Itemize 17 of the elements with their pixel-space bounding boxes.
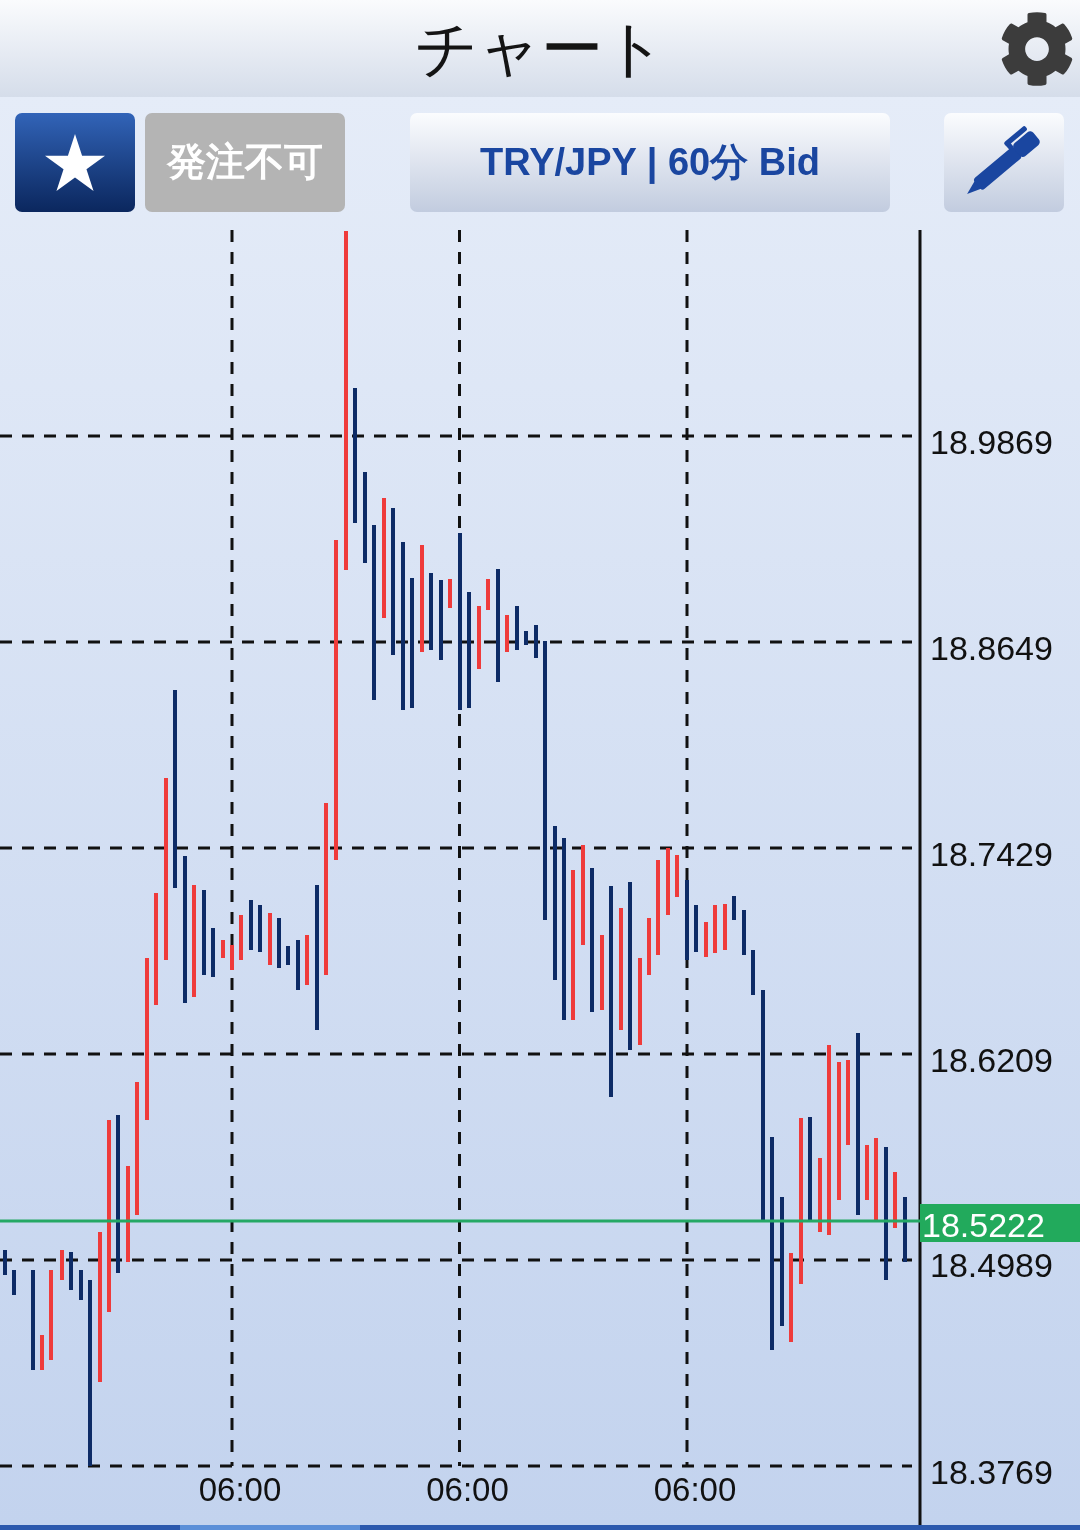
price-axis-label: 18.8649 xyxy=(930,629,1053,667)
price-axis-label: 18.4989 xyxy=(930,1246,1053,1284)
time-axis-label: 06:00 xyxy=(426,1471,509,1508)
price-axis-label: 18.9869 xyxy=(930,423,1053,461)
time-axis-label: 06:00 xyxy=(198,1471,282,1508)
gear-icon xyxy=(999,10,1075,87)
star-button[interactable] xyxy=(15,113,135,212)
price-axis-label: 18.6209 xyxy=(930,1041,1053,1079)
time-axis-label: 06:00 xyxy=(653,1471,737,1508)
pen-button[interactable] xyxy=(944,113,1064,212)
symbol-button[interactable]: TRY/JPY | 60分 Bid xyxy=(410,113,890,212)
current-price-tag: 18.5222 xyxy=(920,1204,1080,1244)
page-title: チャート xyxy=(414,17,666,80)
star-icon xyxy=(45,134,105,191)
settings-button[interactable] xyxy=(999,10,1075,87)
price-axis-label: 18.7429 xyxy=(930,835,1053,873)
price-axis-label: 18.3769 xyxy=(930,1453,1053,1491)
